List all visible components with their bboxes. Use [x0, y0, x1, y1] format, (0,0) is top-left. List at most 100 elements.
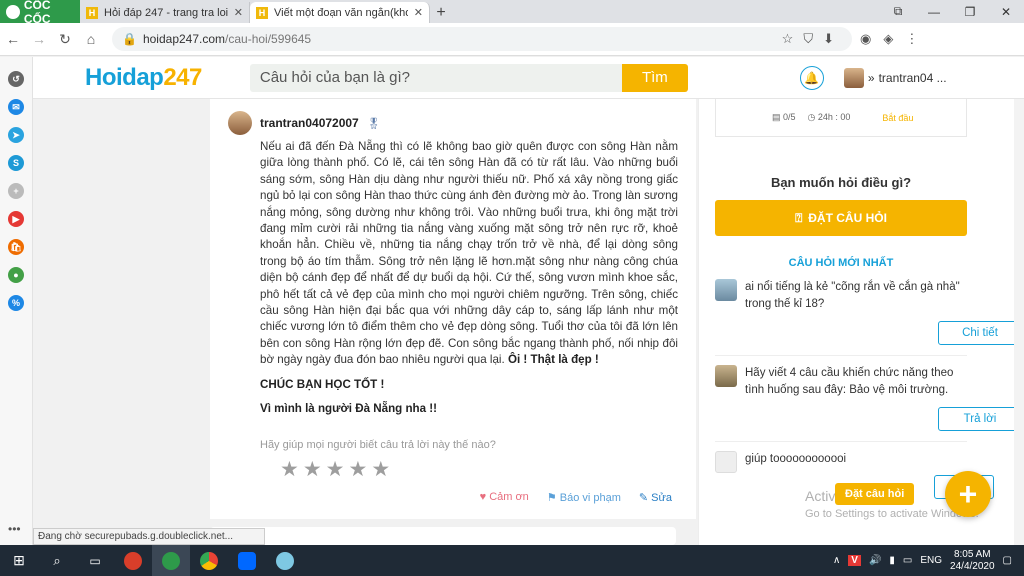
question-answer-button[interactable]: Trả lời	[938, 407, 1022, 431]
ask-question-title: Bạn muốn hỏi điều gì?	[770, 175, 912, 190]
browser-tab-bar: CỐC CỐC H Hỏi đáp 247 - trang tra loi ✕ …	[0, 0, 1024, 26]
close-window-icon[interactable]: ✕	[988, 0, 1024, 23]
reload-icon[interactable]: ↻	[52, 31, 78, 48]
bookmark-star-icon[interactable]: ☆	[782, 31, 794, 47]
user-menu[interactable]: » trantran04 ...	[843, 67, 947, 88]
star-icon[interactable]: ★	[326, 459, 345, 481]
site-header: Hoidap247 Câu hỏi của bạn là gì? Tìm 🔔 »…	[33, 57, 1024, 99]
new-tab-button[interactable]: +	[430, 2, 452, 23]
list-item: giúp toooooooooooi	[715, 451, 967, 473]
answer-text: Nếu ai đã đến Đà Nẵng thì có lẽ không ba…	[260, 140, 678, 367]
stat-time: ◷ 24h : 00	[808, 112, 851, 123]
coccoc-extension-icon[interactable]: ●	[8, 267, 24, 283]
telegram-icon[interactable]: ➤	[8, 127, 24, 143]
home-icon[interactable]: ⌂	[78, 31, 104, 47]
chevron-down-icon: »	[867, 70, 875, 85]
url-path: /cau-hoi/599645	[225, 32, 312, 46]
answer-closing-line: CHÚC BẠN HỌC TỐT !	[260, 377, 385, 391]
start-button[interactable]: Bắt đầu	[882, 113, 913, 123]
answer-author[interactable]: trantran04072007	[260, 116, 359, 130]
coccoc-menu-button[interactable]: CỐC CỐC	[0, 0, 80, 26]
history-icon[interactable]: ↺	[8, 71, 24, 87]
search-icon[interactable]: ⌕	[38, 545, 76, 576]
username: trantran04 ...	[878, 70, 947, 85]
coccoc-taskbar-icon[interactable]	[152, 545, 190, 576]
windows-start-icon[interactable]: ⊞	[0, 552, 38, 569]
site-logo[interactable]: Hoidap247	[85, 64, 202, 92]
rank-medal-icon: 🎖	[366, 117, 381, 130]
volume-icon[interactable]: 🔊	[869, 555, 881, 566]
ask-question-label: ĐẶT CÂU HỎI	[808, 211, 887, 225]
avatar[interactable]	[228, 111, 252, 135]
fab-ask-label[interactable]: Đặt câu hỏi	[835, 483, 915, 505]
fab-ask-button[interactable]: +	[945, 471, 991, 517]
shield-icon[interactable]: ⛉	[803, 31, 813, 47]
heart-icon: ♥	[479, 491, 490, 503]
clock[interactable]: 8:05 AM 24/4/2020	[950, 549, 995, 573]
divider	[715, 441, 967, 442]
question-text[interactable]: Hãy viết 4 câu cầu khiến chức năng theo …	[745, 365, 967, 399]
logo-number: 247	[163, 63, 202, 91]
youtube-icon[interactable]: ▶	[8, 211, 24, 227]
system-tray: ∧ V 🔊 ▮ ▭ ENG 8:05 AM 24/4/2020 ▢	[833, 549, 1024, 573]
chevron-up-icon[interactable]: ∧	[833, 555, 840, 566]
clock-date: 24/4/2020	[950, 560, 995, 572]
battery-icon[interactable]: ▭	[903, 555, 912, 566]
back-icon[interactable]: ←	[0, 31, 26, 47]
challenge-stats: ▤ 0/5 ◷ 24h : 00 Bắt đầu	[715, 99, 967, 137]
star-icon[interactable]: ★	[348, 459, 367, 481]
avatar[interactable]	[715, 279, 737, 301]
messenger-icon[interactable]: ✉	[8, 99, 24, 115]
scrollbar[interactable]	[1014, 99, 1024, 545]
app-icon[interactable]	[114, 545, 152, 576]
report-button[interactable]: ⚑ Báo vi phạm	[547, 491, 621, 504]
close-tab-icon[interactable]: ✕	[414, 6, 423, 19]
search-input[interactable]: Câu hỏi của bạn là gì?	[249, 63, 622, 92]
ask-question-button[interactable]: ⍰ ĐẶT CÂU HỎI	[715, 200, 967, 236]
rating-stars[interactable]: ★ ★ ★ ★ ★	[280, 459, 390, 481]
close-tab-icon[interactable]: ✕	[234, 6, 243, 19]
shopping-icon[interactable]: 🛍	[8, 239, 24, 255]
unikey-icon[interactable]: V	[848, 555, 861, 566]
forward-icon[interactable]: →	[26, 31, 52, 47]
paint-taskbar-icon[interactable]	[266, 545, 304, 576]
thank-button[interactable]: ♥ Cảm ơn	[480, 491, 529, 504]
star-icon[interactable]: ★	[280, 459, 299, 481]
add-icon[interactable]: +	[8, 183, 24, 199]
skype-icon[interactable]: S	[8, 155, 24, 171]
question-text[interactable]: giúp toooooooooooi	[745, 451, 846, 468]
zalo-taskbar-icon[interactable]	[228, 545, 266, 576]
question-detail-button[interactable]: Chi tiết	[938, 321, 1022, 345]
avatar[interactable]	[715, 365, 737, 387]
notification-center-icon[interactable]: ▢	[1003, 555, 1012, 566]
task-view-icon[interactable]: ▭	[76, 545, 114, 576]
menu-icon[interactable]: ⋮	[905, 31, 918, 47]
restore-bookmarks-icon[interactable]: ⧉	[880, 0, 916, 23]
tab-current-question[interactable]: H Viết một đoạn văn ngắn(khoả ✕	[250, 2, 430, 23]
windows-taskbar: ⊞ ⌕ ▭ ∧ V 🔊 ▮ ▭ ENG 8:05 AM 24/4/2020 ▢	[0, 545, 1024, 576]
maximize-icon[interactable]: ❐	[952, 0, 988, 23]
sidebar-more-icon[interactable]: •••	[8, 522, 21, 536]
tab-hoidap-home[interactable]: H Hỏi đáp 247 - trang tra loi ✕	[80, 2, 250, 23]
minimize-icon[interactable]: —	[916, 0, 952, 23]
edit-button[interactable]: ✎ Sửa	[639, 491, 672, 504]
list-item: ai nổi tiếng là kẻ "cõng rắn về cắn gà n…	[715, 279, 967, 313]
clock-time: 8:05 AM	[953, 548, 991, 560]
extension-2-icon[interactable]: ◈	[883, 31, 893, 47]
chrome-taskbar-icon[interactable]	[190, 545, 228, 576]
stat-count-value: 0/5	[783, 112, 796, 122]
extension-icon[interactable]: ◉	[860, 31, 871, 47]
download-icon[interactable]: ⬇	[823, 31, 834, 47]
star-icon[interactable]: ★	[371, 459, 390, 481]
url-input[interactable]: 🔒 hoidap247.com/cau-hoi/599645 ☆ ⛉ ⬇	[112, 27, 852, 51]
language-indicator[interactable]: ENG	[920, 555, 942, 566]
search-button[interactable]: Tìm	[621, 63, 688, 92]
star-icon[interactable]: ★	[303, 459, 322, 481]
tab-title: Hỏi đáp 247 - trang tra loi	[104, 6, 228, 19]
avatar[interactable]	[715, 451, 737, 473]
notification-bell-icon[interactable]: 🔔	[799, 65, 824, 90]
network-icon[interactable]: ▮	[889, 555, 895, 566]
question-text[interactable]: ai nổi tiếng là kẻ "cõng rắn về cắn gà n…	[745, 279, 967, 313]
sale-icon[interactable]: %	[8, 295, 24, 311]
thank-label: Cảm ơn	[489, 491, 529, 503]
